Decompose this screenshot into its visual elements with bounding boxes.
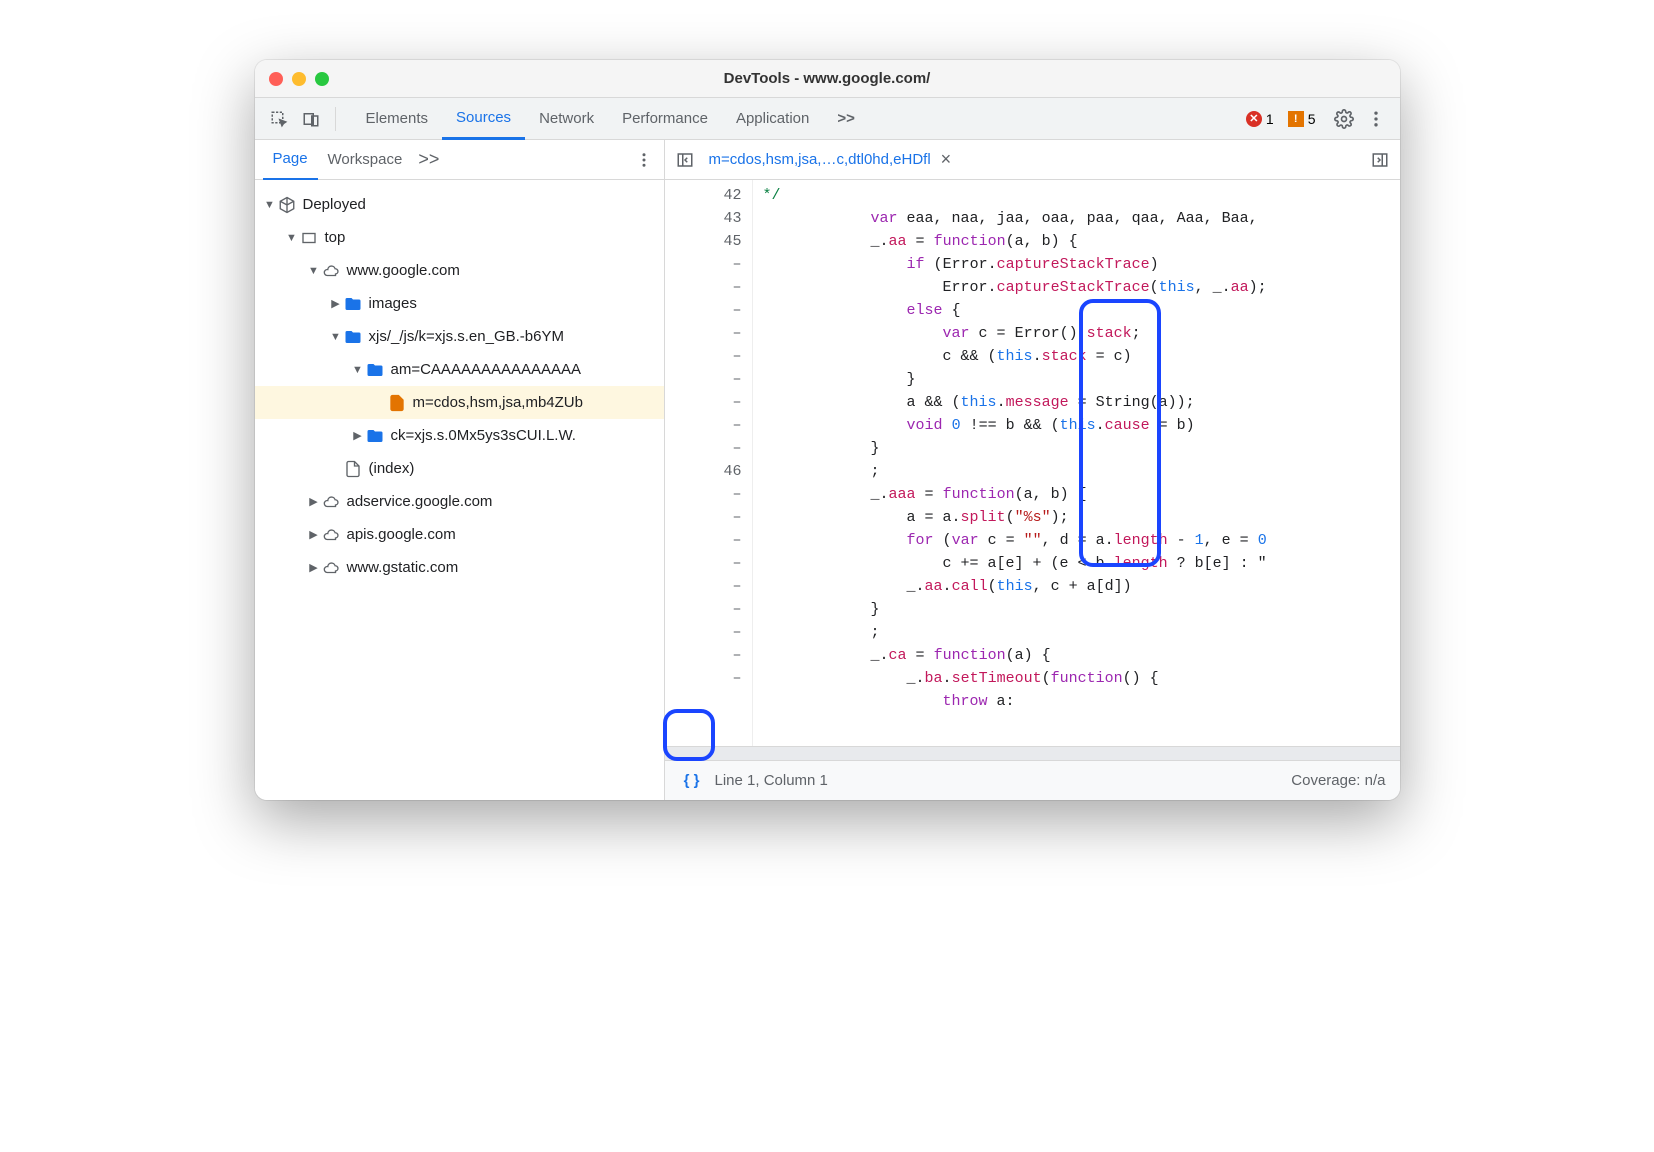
error-count-badge[interactable]: ✕1 (1246, 111, 1274, 127)
code-content[interactable]: */ var eaa, naa, jaa, oaa, paa, qaa, Aaa… (753, 180, 1400, 746)
chevron-right-icon[interactable]: ▶ (307, 528, 321, 541)
tree-item-label: apis.google.com (347, 526, 456, 543)
tab-application[interactable]: Application (722, 98, 823, 140)
navigator-tab-page[interactable]: Page (263, 140, 318, 180)
cloud-icon (321, 493, 341, 511)
inspect-element-icon[interactable] (265, 105, 293, 133)
toggle-debugger-icon[interactable] (1366, 146, 1394, 174)
editor-panel: m=cdos,hsm,jsa,…c,dtl0hd,eHDfl × 424345–… (665, 140, 1400, 800)
chevron-down-icon[interactable]: ▼ (263, 199, 277, 211)
tab-network[interactable]: Network (525, 98, 608, 140)
tree-item[interactable]: ▼ xjs/_/js/k=xjs.s.en_GB.-b6YM (255, 320, 664, 353)
coverage-status: Coverage: n/a (1291, 772, 1385, 789)
folder-icon (365, 427, 385, 445)
navigator-tab-workspace[interactable]: Workspace (318, 140, 413, 180)
device-toolbar-icon[interactable] (297, 105, 325, 133)
tree-item-label: www.google.com (347, 262, 460, 279)
chevron-down-icon[interactable]: ▼ (285, 232, 299, 244)
tree-item-label: Deployed (303, 196, 366, 213)
tab-performance[interactable]: Performance (608, 98, 722, 140)
tree-item-label: am=CAAAAAAAAAAAAAAA (391, 361, 582, 378)
main-toolbar: Elements Sources Network Performance App… (255, 98, 1400, 140)
chevron-right-icon[interactable]: ▶ (351, 429, 365, 442)
tree-item[interactable]: ▼ am=CAAAAAAAAAAAAAAA (255, 353, 664, 386)
chevron-right-icon[interactable]: ▶ (329, 297, 343, 310)
tree-item-label: ck=xjs.s.0Mx5ys3sCUI.L.W. (391, 427, 576, 444)
window-title: DevTools - www.google.com/ (255, 70, 1400, 87)
tree-item-label: www.gstatic.com (347, 559, 459, 576)
tree-item[interactable]: ▶ www.gstatic.com (255, 551, 664, 584)
tree-item[interactable]: ▼ www.google.com (255, 254, 664, 287)
tree-item[interactable]: ▼ Deployed (255, 188, 664, 221)
folder-icon (343, 295, 363, 313)
chevron-down-icon[interactable]: ▼ (307, 265, 321, 277)
tree-item-label: xjs/_/js/k=xjs.s.en_GB.-b6YM (369, 328, 564, 345)
chevron-right-icon[interactable]: ▶ (307, 561, 321, 574)
file-icon (387, 394, 407, 412)
navigator-tabs-overflow[interactable]: >> (418, 149, 439, 170)
panel-tabs: Elements Sources Network Performance App… (352, 98, 869, 140)
close-tab-icon[interactable]: × (941, 149, 952, 170)
tab-sources[interactable]: Sources (442, 98, 525, 140)
tree-item[interactable]: ▶ apis.google.com (255, 518, 664, 551)
pretty-print-button[interactable]: { } (679, 768, 705, 794)
tree-item[interactable]: ▼ top (255, 221, 664, 254)
file-tree[interactable]: ▼ Deployed ▼ top ▼ www.google.com ▶ images ▼ xjs/… (255, 180, 664, 800)
folder-icon (365, 361, 385, 379)
chevron-down-icon[interactable]: ▼ (351, 364, 365, 376)
tree-item[interactable]: m=cdos,hsm,jsa,mb4ZUb (255, 386, 664, 419)
tree-item-label: adservice.google.com (347, 493, 493, 510)
tree-item-label: (index) (369, 460, 415, 477)
cursor-position: Line 1, Column 1 (715, 772, 828, 789)
navigator-menu-icon[interactable] (632, 151, 656, 169)
tabs-overflow[interactable]: >> (823, 98, 869, 140)
editor-statusbar: { } Line 1, Column 1 Coverage: n/a (665, 760, 1400, 800)
cube-icon (277, 196, 297, 214)
frame-icon (299, 229, 319, 247)
cloud-icon (321, 526, 341, 544)
tree-item[interactable]: ▶ ck=xjs.s.0Mx5ys3sCUI.L.W. (255, 419, 664, 452)
tree-item-label: top (325, 229, 346, 246)
tree-item[interactable]: ▶ images (255, 287, 664, 320)
chevron-right-icon[interactable]: ▶ (307, 495, 321, 508)
tree-item[interactable]: ▶ adservice.google.com (255, 485, 664, 518)
editor-tab[interactable]: m=cdos,hsm,jsa,…c,dtl0hd,eHDfl × (699, 140, 962, 180)
settings-gear-icon[interactable] (1330, 105, 1358, 133)
line-gutter[interactable]: 424345–––––––––46––––––––– (665, 180, 753, 746)
chevron-down-icon[interactable]: ▼ (329, 331, 343, 343)
more-menu-icon[interactable] (1362, 105, 1390, 133)
folder-icon (343, 328, 363, 346)
doc-icon (343, 460, 363, 478)
titlebar: DevTools - www.google.com/ (255, 60, 1400, 98)
tree-item-label: m=cdos,hsm,jsa,mb4ZUb (413, 394, 583, 411)
window-resize-handle[interactable] (255, 782, 273, 800)
editor-tab-label: m=cdos,hsm,jsa,…c,dtl0hd,eHDfl (709, 151, 931, 168)
tree-item[interactable]: (index) (255, 452, 664, 485)
tree-item-label: images (369, 295, 417, 312)
code-editor[interactable]: 424345–––––––––46––––––––– */ var eaa, n… (665, 180, 1400, 746)
tab-elements[interactable]: Elements (352, 98, 443, 140)
cloud-icon (321, 262, 341, 280)
panel-resize-handle[interactable] (665, 746, 1400, 760)
toggle-navigator-icon[interactable] (671, 146, 699, 174)
warning-count-badge[interactable]: !5 (1288, 111, 1316, 127)
navigator-panel: Page Workspace >> ▼ Deployed ▼ top ▼ www.goog… (255, 140, 665, 800)
cloud-icon (321, 559, 341, 577)
